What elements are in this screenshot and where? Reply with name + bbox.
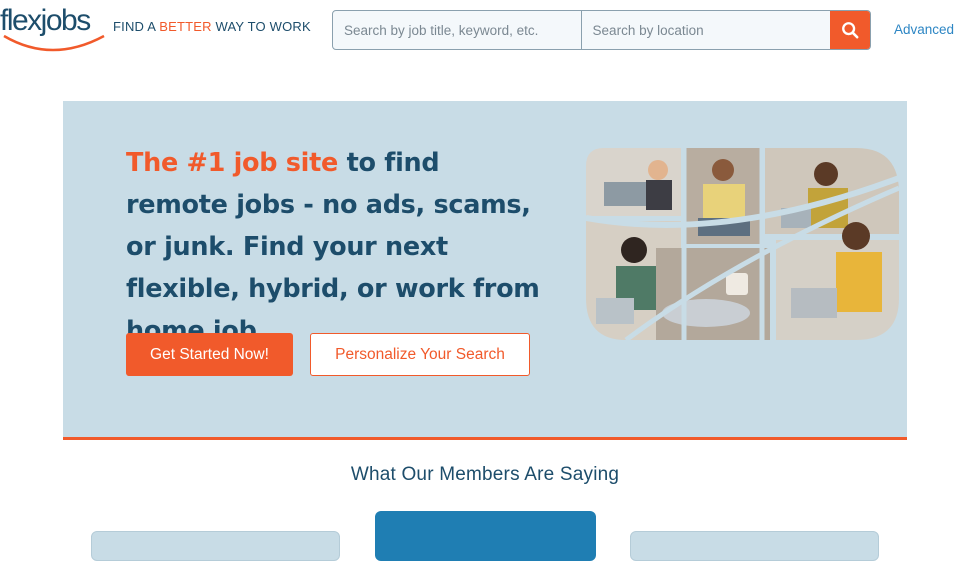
logo-swoosh-icon xyxy=(3,34,105,52)
tagline-accent: BETTER xyxy=(159,19,212,34)
personalize-search-button[interactable]: Personalize Your Search xyxy=(310,333,530,376)
hero-banner: The #1 job site to find remote jobs - no… xyxy=(63,101,907,439)
testimonial-card-featured xyxy=(375,511,596,561)
remote-workers-photo-collage xyxy=(586,148,899,340)
headline-accent: The #1 job site xyxy=(126,148,339,178)
logo-text: flexjobs xyxy=(0,4,91,37)
tagline-prefix: FIND A xyxy=(113,19,160,34)
testimonial-card xyxy=(630,531,879,561)
tagline: FIND A BETTER WAY TO WORK xyxy=(113,19,311,34)
site-header: flexjobs FIND A BETTER WAY TO WORK Advan… xyxy=(0,0,970,60)
flexjobs-logo[interactable]: flexjobs xyxy=(0,4,91,38)
hero-divider xyxy=(63,437,907,440)
hero-headline: The #1 job site to find remote jobs - no… xyxy=(126,142,546,352)
testimonial-card xyxy=(91,531,340,561)
location-search-input[interactable] xyxy=(581,11,831,49)
search-button[interactable] xyxy=(830,11,870,49)
tagline-suffix: WAY TO WORK xyxy=(211,19,311,34)
search-icon xyxy=(842,22,859,39)
testimonials-title: What Our Members Are Saying xyxy=(350,464,620,485)
job-search-bar xyxy=(332,10,871,50)
advanced-search-link[interactable]: Advanced xyxy=(894,22,954,37)
get-started-button[interactable]: Get Started Now! xyxy=(126,333,293,376)
keyword-search-input[interactable] xyxy=(333,11,582,49)
